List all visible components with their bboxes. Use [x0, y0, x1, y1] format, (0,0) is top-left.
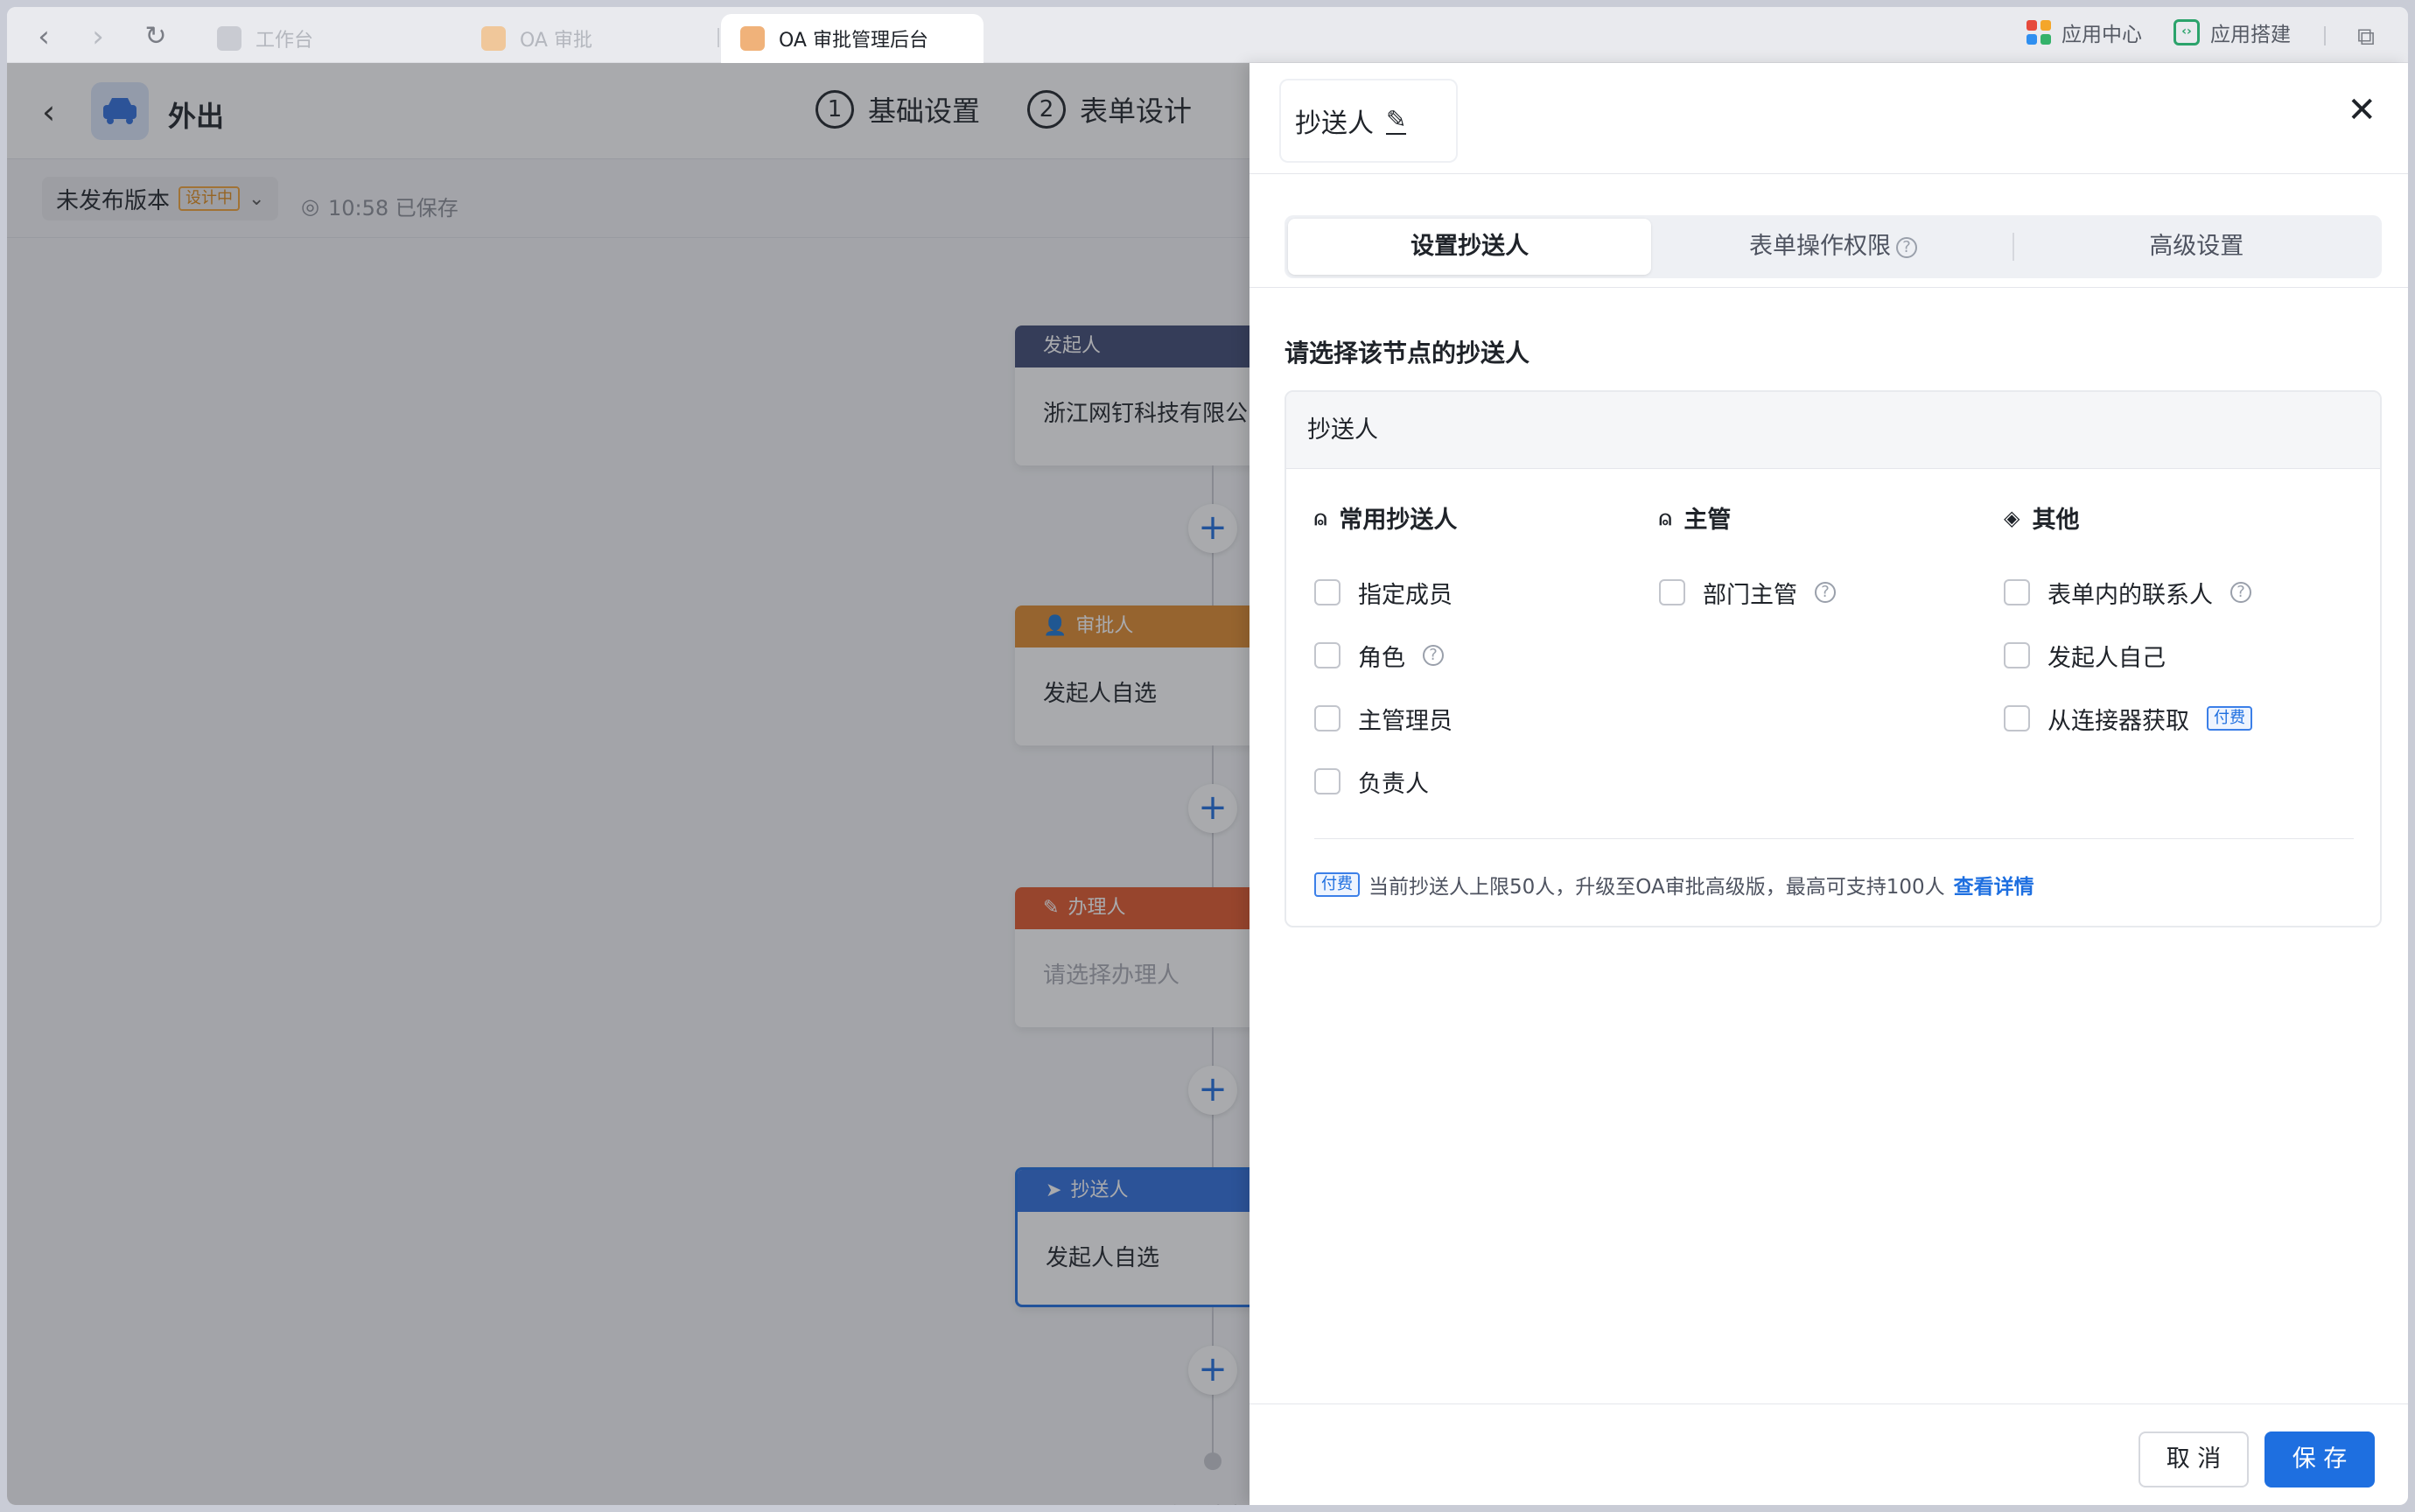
drawer-tabs: 设置抄送人 表单操作权限? 高级设置 — [1284, 215, 2382, 278]
save-button[interactable]: 保 存 — [2264, 1432, 2375, 1488]
close-icon[interactable]: ✕ — [2347, 93, 2376, 128]
layers-icon: ◈ — [2004, 505, 2020, 530]
paid-badge: 付费 — [2207, 706, 2252, 731]
checkbox[interactable] — [2004, 642, 2030, 668]
tab-label: 设置抄送人 — [1410, 233, 1530, 260]
workbench-icon — [217, 26, 242, 51]
option-owner[interactable]: 负责人 — [1314, 750, 1656, 813]
refresh-icon[interactable]: ↻ — [138, 19, 173, 54]
checkbox[interactable] — [2004, 579, 2030, 606]
app-window: ‹ › ↻ 工作台 OA 审批 OA 审批管理后台 应用中心 ‹› 应用搭建 ⧉… — [7, 7, 2408, 1505]
browser-tab-oa[interactable]: OA 审批 — [462, 14, 612, 63]
tab-label: OA 审批管理后台 — [779, 30, 928, 52]
column-title-label: 主管 — [1684, 507, 1732, 534]
section-title: 请选择该节点的抄送人 — [1284, 339, 1530, 368]
option-label: 表单内的联系人 — [2048, 581, 2213, 609]
option-label: 发起人自己 — [2048, 644, 2166, 672]
tab-label: 表单操作权限 — [1748, 233, 1891, 260]
back-arrow-icon[interactable]: ‹ — [26, 19, 61, 54]
option-label: 指定成员 — [1358, 581, 1452, 609]
divider — [1250, 173, 2408, 174]
option-label: 负责人 — [1358, 770, 1429, 798]
help-icon[interactable]: ? — [1423, 645, 1444, 666]
checkbox[interactable] — [1314, 642, 1340, 668]
pencil-icon[interactable]: ✎ — [1386, 107, 1407, 135]
help-icon[interactable]: ? — [2230, 582, 2251, 603]
divider — [1314, 838, 2354, 839]
checkbox[interactable] — [1314, 768, 1340, 794]
checkbox[interactable] — [2004, 705, 2030, 732]
column-title: ⍝ 常用抄送人 — [1314, 500, 1656, 535]
help-icon: ? — [1895, 236, 1917, 258]
column-other: ◈ 其他 表单内的联系人 ? 发起人自己 从连接器获取 付费 — [2004, 500, 2345, 750]
column-title: ⍝ 主管 — [1659, 500, 2000, 535]
column-title-label: 常用抄送人 — [1339, 507, 1458, 534]
tab-separator — [2012, 233, 2014, 261]
option-dept-manager[interactable]: 部门主管 ? — [1659, 561, 2000, 624]
cc-options-card: 抄送人 ⍝ 常用抄送人 指定成员 角色 ? 主管理员 负责人 ⍝ 主管 部门主管… — [1284, 390, 2382, 928]
option-label: 主管理员 — [1358, 707, 1452, 735]
app-center-icon — [2026, 20, 2051, 45]
tab-label: 高级设置 — [2149, 233, 2244, 260]
paid-badge: 付费 — [1314, 872, 1360, 897]
browser-tab-bar: ‹ › ↻ 工作台 OA 审批 OA 审批管理后台 应用中心 ‹› 应用搭建 ⧉ — [7, 7, 2408, 63]
column-manager: ⍝ 主管 部门主管 ? — [1659, 500, 2000, 624]
view-details-link[interactable]: 查看详情 — [1954, 870, 2034, 900]
option-label: 角色 — [1358, 644, 1405, 672]
tab-advanced-settings[interactable]: 高级设置 — [2015, 219, 2378, 275]
cancel-button[interactable]: 取 消 — [2138, 1432, 2249, 1488]
tab-form-permissions[interactable]: 表单操作权限? — [1651, 219, 2014, 275]
app-center-button[interactable]: 应用中心 — [2026, 18, 2142, 47]
tab-set-cc[interactable]: 设置抄送人 — [1288, 219, 1652, 275]
option-role[interactable]: 角色 ? — [1314, 624, 1656, 687]
code-icon: ‹› — [2174, 19, 2200, 46]
tab-label: 工作台 — [256, 30, 314, 52]
option-specified-member[interactable]: 指定成员 — [1314, 561, 1656, 624]
card-title: 抄送人 — [1286, 392, 2380, 469]
toolbar-separator — [2324, 26, 2326, 46]
cc-settings-drawer: 抄送人 ✎ ✕ 设置抄送人 表单操作权限? 高级设置 请选择该节点的抄送人 抄送… — [1250, 63, 2408, 1505]
option-from-connector[interactable]: 从连接器获取 付费 — [2004, 687, 2345, 750]
upgrade-notice: 付费 当前抄送人上限50人，升级至OA审批高级版，最高可支持100人 查看详情 — [1314, 870, 2034, 900]
user-icon: ⍝ — [1314, 505, 1327, 530]
checkbox[interactable] — [1659, 579, 1685, 606]
drawer-title-box[interactable]: 抄送人 ✎ — [1281, 80, 1456, 161]
option-main-admin[interactable]: 主管理员 — [1314, 687, 1656, 750]
column-title: ◈ 其他 — [2004, 500, 2345, 535]
option-form-contact[interactable]: 表单内的联系人 ? — [2004, 561, 2345, 624]
oa-app-icon — [740, 26, 765, 51]
column-common-cc: ⍝ 常用抄送人 指定成员 角色 ? 主管理员 负责人 — [1314, 500, 1656, 813]
column-title-label: 其他 — [2032, 507, 2080, 534]
notice-text: 当前抄送人上限50人，升级至OA审批高级版，最高可支持100人 — [1368, 876, 1945, 899]
option-label: 部门主管 — [1703, 581, 1797, 609]
app-builder-label: 应用搭建 — [2210, 24, 2291, 46]
modal-overlay[interactable] — [7, 63, 1250, 1505]
browser-tab-workbench[interactable]: 工作台 — [198, 14, 332, 63]
tab-label: OA 审批 — [520, 30, 592, 52]
drawer-title: 抄送人 — [1295, 108, 1374, 139]
browser-tab-oa-admin[interactable]: OA 审批管理后台 — [721, 14, 984, 63]
option-label: 从连接器获取 — [2048, 707, 2189, 735]
oa-app-icon — [481, 26, 506, 51]
tab-separator — [718, 28, 719, 47]
app-builder-button[interactable]: ‹› 应用搭建 — [2174, 18, 2291, 47]
app-center-label: 应用中心 — [2062, 24, 2142, 46]
checkbox[interactable] — [1314, 705, 1340, 732]
divider — [1250, 287, 2408, 288]
checkbox[interactable] — [1314, 579, 1340, 606]
option-initiator-self[interactable]: 发起人自己 — [2004, 624, 2345, 687]
help-icon[interactable]: ? — [1815, 582, 1836, 603]
external-window-icon[interactable]: ⧉ — [2348, 19, 2384, 54]
manager-icon: ⍝ — [1659, 505, 1672, 530]
forward-arrow-icon[interactable]: › — [80, 19, 116, 54]
